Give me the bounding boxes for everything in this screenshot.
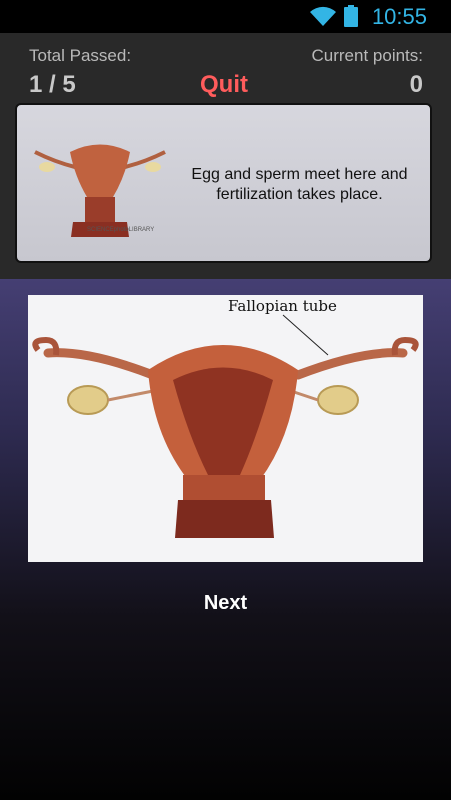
current-points-value: 0 xyxy=(409,71,423,98)
thumbnail-caption: SCIENCEphotoLIBRARY xyxy=(87,227,155,233)
next-button[interactable]: Next xyxy=(0,592,451,615)
fallopian-tube-label: Fallopian tube xyxy=(228,297,337,315)
status-bar: 10:55 xyxy=(0,0,451,33)
question-card: SCIENCEphotoLIBRARY Egg and sperm meet h… xyxy=(15,103,432,263)
clock: 10:55 xyxy=(371,4,427,29)
question-text: Egg and sperm meet here and fertilizatio… xyxy=(191,166,408,203)
quit-button[interactable]: Quit xyxy=(200,71,248,99)
battery-icon xyxy=(344,5,358,32)
wifi-icon xyxy=(308,4,338,33)
uterus-thumbnail: SCIENCEphotoLIBRARY xyxy=(25,137,175,247)
total-passed-value: 1 / 5 xyxy=(29,71,76,98)
anatomy-diagram[interactable]: Fallopian tube xyxy=(28,295,423,562)
current-points-label: Current points: xyxy=(311,46,424,65)
total-passed-label: Total Passed: xyxy=(29,46,132,65)
